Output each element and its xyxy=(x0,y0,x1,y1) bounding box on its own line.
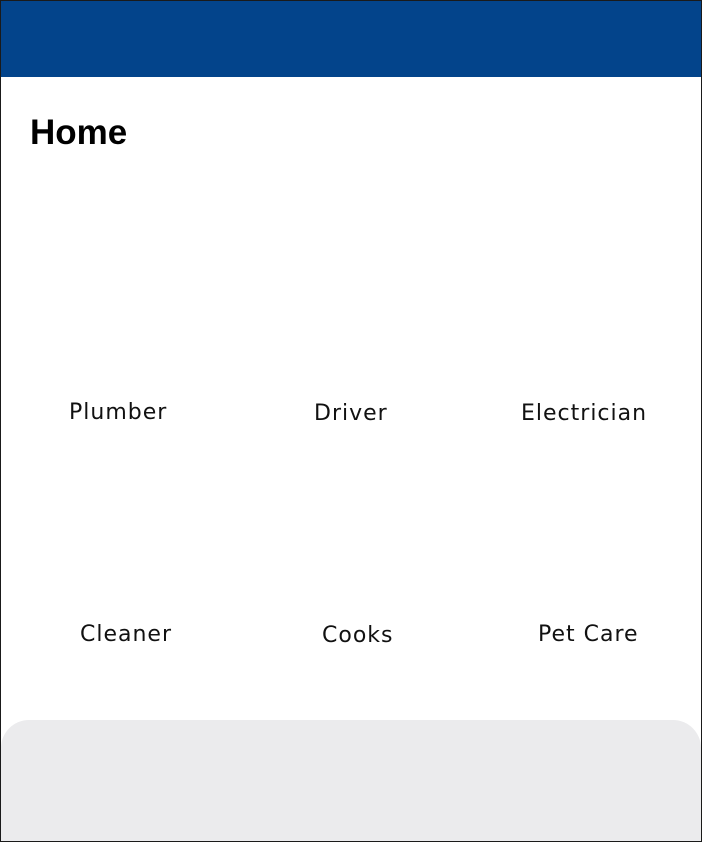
page-title: Home xyxy=(30,113,128,152)
service-driver[interactable]: Driver xyxy=(314,401,388,427)
app-screen: Home Plumber Driver Electrician Cleaner … xyxy=(0,0,702,842)
service-plumber[interactable]: Plumber xyxy=(69,400,167,426)
service-cleaner[interactable]: Cleaner xyxy=(80,622,172,648)
app-bar xyxy=(1,1,701,77)
service-pet-care[interactable]: Pet Care xyxy=(538,622,639,648)
bottom-panel xyxy=(1,720,701,841)
service-cooks[interactable]: Cooks xyxy=(322,623,393,649)
service-electrician[interactable]: Electrician xyxy=(521,401,647,427)
